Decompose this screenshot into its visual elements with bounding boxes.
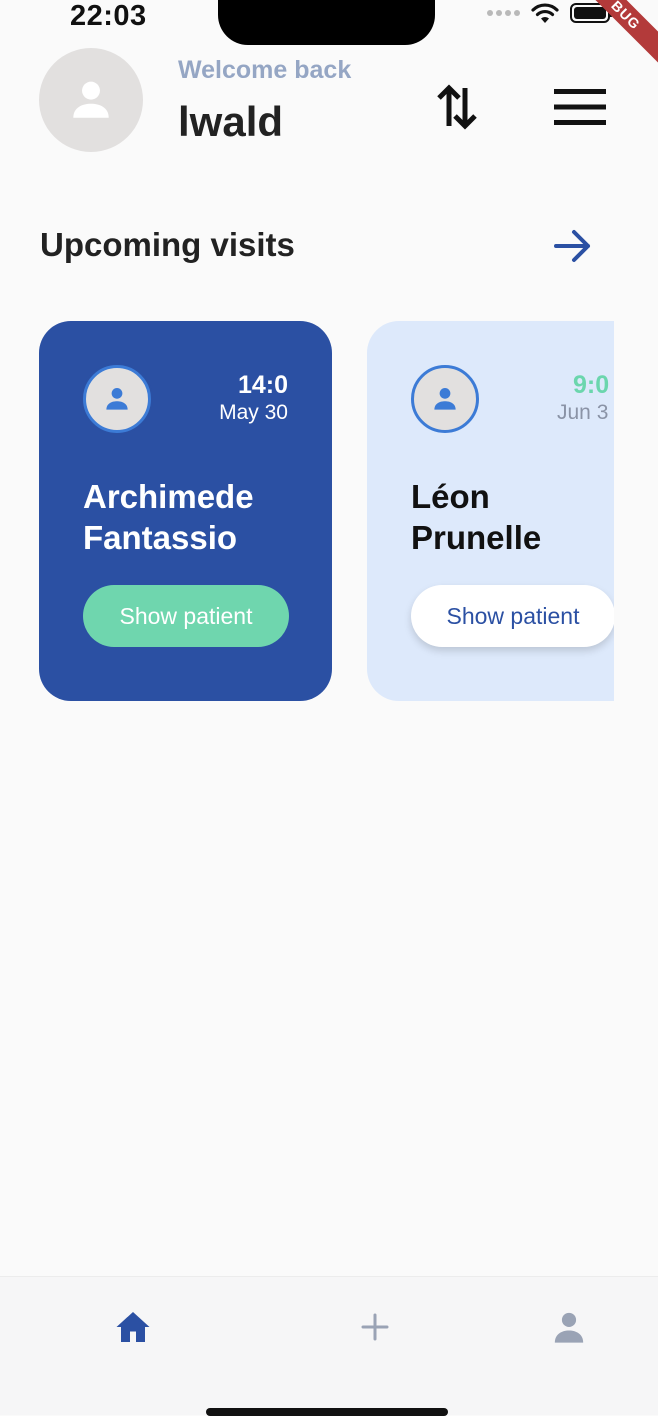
- cellular-signal-icon: [487, 10, 520, 16]
- visit-card[interactable]: 14:0 May 30 Archimede Fantassio Show pat…: [39, 321, 332, 701]
- swap-vertical-icon: [437, 84, 477, 130]
- show-patient-button[interactable]: Show patient: [411, 585, 614, 647]
- sort-button[interactable]: [432, 78, 482, 136]
- patient-name: Archimede Fantassio: [83, 476, 254, 558]
- section-title: Upcoming visits: [40, 226, 295, 263]
- visits-carousel[interactable]: 14:0 May 30 Archimede Fantassio Show pat…: [0, 321, 614, 701]
- nav-add[interactable]: [355, 1307, 395, 1347]
- nav-profile[interactable]: [549, 1307, 589, 1347]
- person-icon: [106, 388, 128, 410]
- person-icon: [554, 1312, 584, 1343]
- camera-notch: [218, 0, 435, 45]
- visit-date: May 30: [219, 401, 288, 424]
- wifi-icon: [531, 3, 559, 23]
- home-icon: [116, 1312, 150, 1342]
- arrow-right-icon: [554, 230, 590, 262]
- visit-date: Jun 3: [557, 401, 609, 424]
- hamburger-menu-icon: [554, 89, 606, 125]
- home-indicator: [206, 1408, 448, 1416]
- plus-icon: [361, 1313, 389, 1341]
- see-all-button[interactable]: [552, 226, 594, 266]
- username-label: lwald: [178, 98, 284, 145]
- patient-last-name: Prunelle: [411, 519, 542, 556]
- patient-first-name: Léon: [411, 478, 490, 515]
- status-time: 22:03: [70, 0, 147, 32]
- patient-first-name: Archimede: [83, 478, 254, 515]
- welcome-label: Welcome back: [178, 56, 352, 84]
- visit-card[interactable]: 9:0 Jun 3 Léon Prunelle Show patient: [367, 321, 614, 701]
- patient-avatar: [83, 365, 151, 433]
- person-icon: [73, 81, 109, 118]
- menu-button[interactable]: [552, 86, 608, 128]
- person-icon: [434, 388, 456, 410]
- patient-name: Léon Prunelle: [411, 476, 541, 558]
- bottom-navigation: [0, 1276, 658, 1415]
- show-patient-button[interactable]: Show patient: [83, 585, 289, 647]
- patient-avatar: [411, 365, 479, 433]
- nav-home[interactable]: [113, 1307, 153, 1347]
- user-avatar[interactable]: [39, 48, 143, 152]
- visit-time: 9:0: [573, 371, 610, 399]
- status-icons: [487, 2, 613, 24]
- visit-time: 14:0: [237, 371, 288, 399]
- patient-last-name: Fantassio: [83, 519, 238, 556]
